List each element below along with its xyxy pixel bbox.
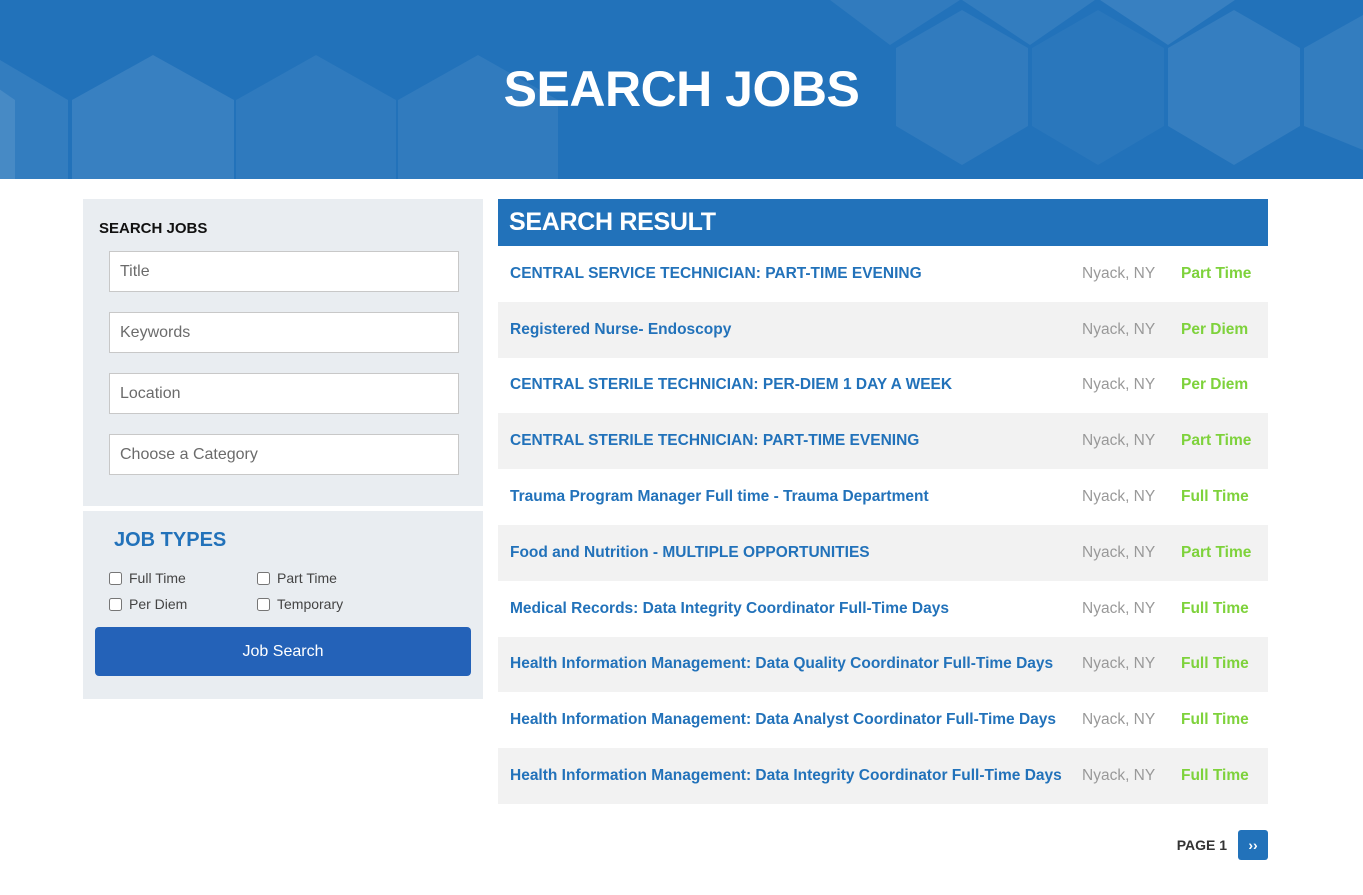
keywords-input[interactable] <box>109 312 459 353</box>
pagination: PAGE 1 ›› <box>1177 830 1268 860</box>
job-title-link[interactable]: Food and Nutrition - MULTIPLE OPPORTUNIT… <box>510 544 1082 562</box>
double-chevron-right-icon: ›› <box>1248 837 1258 853</box>
page-title: SEARCH JOBS <box>503 61 860 117</box>
job-row: Medical Records: Data Integrity Coordina… <box>498 580 1268 637</box>
job-location: Nyack, NY <box>1082 488 1156 506</box>
job-type: Part Time <box>1181 264 1252 282</box>
job-location: Nyack, NY <box>1082 711 1156 729</box>
job-location: Nyack, NY <box>1082 320 1156 338</box>
job-title-link[interactable]: Health Information Management: Data Inte… <box>510 767 1082 785</box>
search-results: SEARCH RESULT CENTRAL SERVICE TECHNICIAN… <box>498 199 1268 804</box>
page-indicator: PAGE 1 <box>1176 837 1227 853</box>
job-row: Health Information Management: Data Qual… <box>498 636 1268 693</box>
job-row: CENTRAL STERILE TECHNICIAN: PER-DIEM 1 D… <box>498 357 1268 414</box>
temporary-checkbox[interactable] <box>257 597 270 611</box>
temporary-label: Temporary <box>277 596 344 612</box>
search-panel: SEARCH JOBS <box>83 199 483 506</box>
full-time-label: Full Time <box>129 570 186 586</box>
job-types-panel: JOB TYPES Full Time Part Time Per Diem T… <box>83 511 483 699</box>
job-location: Nyack, NY <box>1082 376 1156 394</box>
job-types-options: Full Time Part Time Per Diem Temporary <box>109 570 471 612</box>
job-title-link[interactable]: Health Information Management: Data Qual… <box>510 655 1082 673</box>
search-panel-title: SEARCH JOBS <box>99 220 208 237</box>
job-location: Nyack, NY <box>1082 599 1156 617</box>
job-row: Registered Nurse- Endoscopy Nyack, NY Pe… <box>498 301 1268 358</box>
job-type-full-time[interactable]: Full Time <box>109 570 257 586</box>
job-row: Health Information Management: Data Inte… <box>498 748 1268 804</box>
job-location: Nyack, NY <box>1082 264 1156 282</box>
job-types-title: JOB TYPES <box>114 529 227 551</box>
job-type: Full Time <box>1181 711 1249 729</box>
job-type: Full Time <box>1181 599 1249 617</box>
job-location: Nyack, NY <box>1082 655 1156 673</box>
next-page-button[interactable]: ›› <box>1238 830 1268 860</box>
job-type: Per Diem <box>1181 320 1249 338</box>
job-location: Nyack, NY <box>1082 543 1156 561</box>
per-diem-checkbox[interactable] <box>109 597 122 611</box>
job-row: CENTRAL SERVICE TECHNICIAN: PART-TIME EV… <box>498 246 1268 302</box>
job-location: Nyack, NY <box>1082 767 1156 785</box>
job-type: Full Time <box>1181 767 1249 785</box>
job-title-link[interactable]: CENTRAL SERVICE TECHNICIAN: PART-TIME EV… <box>510 265 1082 283</box>
job-type-per-diem[interactable]: Per Diem <box>109 596 257 612</box>
job-search-button[interactable]: Job Search <box>95 627 471 676</box>
job-title-link[interactable]: Registered Nurse- Endoscopy <box>510 321 1082 339</box>
job-type: Full Time <box>1181 655 1249 673</box>
category-select[interactable] <box>109 434 459 475</box>
search-sidebar: SEARCH JOBS JOB TYPES Full Time Part Tim… <box>83 199 483 699</box>
job-type: Per Diem <box>1181 376 1249 394</box>
job-location: Nyack, NY <box>1082 432 1156 450</box>
results-header: SEARCH RESULT <box>498 199 1268 246</box>
job-row: Food and Nutrition - MULTIPLE OPPORTUNIT… <box>498 524 1268 581</box>
job-row: CENTRAL STERILE TECHNICIAN: PART-TIME EV… <box>498 413 1268 470</box>
part-time-checkbox[interactable] <box>257 571 270 585</box>
job-list: CENTRAL SERVICE TECHNICIAN: PART-TIME EV… <box>498 246 1268 804</box>
full-time-checkbox[interactable] <box>109 571 122 585</box>
job-title-link[interactable]: Trauma Program Manager Full time - Traum… <box>510 488 1082 506</box>
job-title-link[interactable]: Health Information Management: Data Anal… <box>510 711 1082 729</box>
job-type: Full Time <box>1181 488 1249 506</box>
job-row: Health Information Management: Data Anal… <box>498 692 1268 749</box>
job-title-link[interactable]: CENTRAL STERILE TECHNICIAN: PART-TIME EV… <box>510 432 1082 450</box>
job-type: Part Time <box>1181 432 1252 450</box>
per-diem-label: Per Diem <box>129 596 188 612</box>
job-type-part-time[interactable]: Part Time <box>257 570 405 586</box>
part-time-label: Part Time <box>277 570 337 586</box>
job-row: Trauma Program Manager Full time - Traum… <box>498 469 1268 525</box>
location-input[interactable] <box>109 373 459 414</box>
hero-banner: SEARCH JOBS <box>0 0 1363 179</box>
job-title-link[interactable]: Medical Records: Data Integrity Coordina… <box>510 600 1082 618</box>
job-title-link[interactable]: CENTRAL STERILE TECHNICIAN: PER-DIEM 1 D… <box>510 376 1082 394</box>
job-type: Part Time <box>1181 543 1252 561</box>
title-input[interactable] <box>109 251 459 292</box>
job-type-temporary[interactable]: Temporary <box>257 596 405 612</box>
